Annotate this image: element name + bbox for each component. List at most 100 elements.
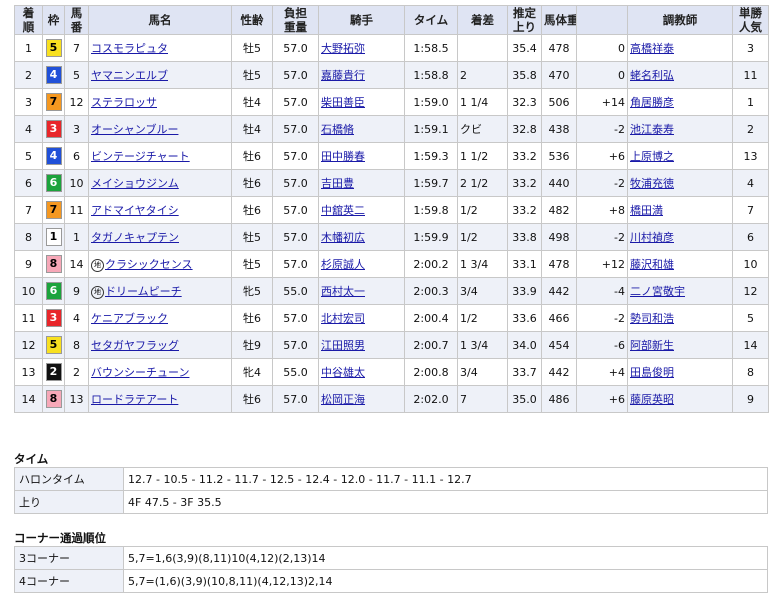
margin-cell-text: 1 3/4 — [460, 338, 489, 352]
trainer-cell-text[interactable]: 橋田満 — [630, 204, 663, 217]
jockey-cell-text[interactable]: 江田照男 — [321, 339, 365, 352]
time-cell-text: 1:59.3 — [413, 149, 449, 163]
body-diff-cell: -2 — [576, 115, 628, 143]
weight-cell: 57.0 — [272, 115, 319, 143]
body-weight-cell: 454 — [541, 331, 577, 359]
time-row-agari: 上り 4F 47.5 - 3F 35.5 — [14, 490, 768, 514]
trainer-cell-text[interactable]: 阿部新生 — [630, 339, 674, 352]
horse-number-cell-text: 10 — [69, 176, 84, 190]
horse-name-link[interactable]: ロードラテアート — [91, 393, 178, 406]
horse-name-link[interactable]: ドリームピーチ — [105, 285, 182, 298]
jockey-cell-text[interactable]: 中谷雄太 — [321, 366, 365, 379]
jockey-cell-text[interactable]: 嘉藤貴行 — [321, 69, 365, 82]
popularity-cell-text: 2 — [747, 122, 754, 136]
table-row: 9 8 14 地クラシックセンス 牡5 57.0 杉原誠人 2:00.2 1 3/4 33.1 47… — [14, 250, 769, 278]
jockey-cell-text[interactable]: 杉原誠人 — [321, 258, 365, 271]
popularity-cell-text: 11 — [743, 68, 758, 82]
weight-cell: 57.0 — [272, 88, 319, 116]
table-row: 6 6 10 メイショウジンム 牡6 57.0 吉田豊 1:59.7 2 1/2 33.2 440 -… — [14, 169, 769, 197]
horse-name-link[interactable]: クラシックセンス — [105, 258, 193, 271]
body-weight-cell-text: 438 — [548, 122, 570, 136]
horse-name-link[interactable]: タガノキャプテン — [91, 231, 179, 244]
jockey-cell-text[interactable]: 大野拓弥 — [321, 42, 365, 55]
jockey-cell-text[interactable]: 松岡正海 — [321, 393, 365, 406]
body-diff-cell-text: -2 — [614, 176, 625, 190]
rank-cell-text: 13 — [21, 365, 36, 379]
table-row: 12 5 8 セタガヤフラッグ 牡9 57.0 江田照男 2:00.7 1 3/4 34.0 454… — [14, 331, 769, 359]
rank-cell-text: 6 — [25, 176, 32, 190]
trainer-cell-text[interactable]: 上原博之 — [630, 150, 674, 163]
last3f-cell: 35.0 — [507, 385, 542, 413]
horse-name-link[interactable]: メイショウジンム — [91, 177, 179, 190]
body-diff-cell-text: -2 — [614, 122, 625, 136]
trainer-cell-text[interactable]: 池江泰寿 — [630, 123, 674, 136]
jockey-cell: 嘉藤貴行 — [318, 61, 405, 89]
time-cell: 2:00.7 — [404, 331, 458, 359]
trainer-cell-text[interactable]: 藤沢和雄 — [630, 258, 674, 271]
trainer-cell-text[interactable]: 二ノ宮敬宇 — [630, 285, 685, 298]
header-margin-text: 着差 — [471, 13, 494, 27]
jockey-cell-text[interactable]: 木幡初広 — [321, 231, 365, 244]
margin-cell: 3/4 — [457, 277, 508, 305]
weight-cell: 57.0 — [272, 61, 319, 89]
jockey-cell-text[interactable]: 西村太一 — [321, 285, 365, 298]
jockey-cell: 杉原誠人 — [318, 250, 405, 278]
trainer-cell-text[interactable]: 川村禎彦 — [630, 231, 674, 244]
jockey-cell-text[interactable]: 石橋脩 — [321, 123, 354, 136]
horse-name-link[interactable]: オーシャンブルー — [91, 123, 178, 136]
horse-name-link[interactable]: コスモラピュタ — [91, 42, 168, 55]
corner3-label: 3コーナー — [14, 546, 124, 570]
rank-cell-text: 4 — [25, 122, 32, 136]
horse-name-cell: 地クラシックセンス — [88, 250, 232, 278]
body-diff-cell-text: +6 — [608, 149, 625, 163]
body-weight-cell: 478 — [541, 250, 577, 278]
weight-cell-text: 57.0 — [283, 176, 308, 190]
trainer-cell-text[interactable]: 高橋祥泰 — [630, 42, 674, 55]
header-waku-text: 枠 — [47, 13, 60, 27]
header-num-text: 馬 — [70, 6, 83, 21]
popularity-cell-text: 14 — [743, 338, 758, 352]
trainer-cell-text[interactable]: 角居勝彦 — [630, 96, 674, 109]
margin-cell: 1/2 — [457, 304, 508, 332]
popularity-cell: 6 — [732, 223, 769, 251]
horse-number-cell: 9 — [64, 277, 89, 305]
horse-name-link[interactable]: バウンシーチューン — [91, 366, 189, 379]
horse-name-link[interactable]: ビンテージチャート — [91, 150, 190, 163]
header-popularity: 単勝 人気 — [732, 5, 769, 35]
time-cell-text: 2:00.7 — [413, 338, 449, 352]
time-cell-text: 1:59.8 — [413, 203, 449, 217]
last3f-cell: 34.0 — [507, 331, 542, 359]
jockey-cell: 松岡正海 — [318, 385, 405, 413]
horse-name-cell: ヤマニンエルブ — [88, 61, 232, 89]
header-trainer-text: 調教師 — [662, 13, 698, 27]
jockey-cell-text[interactable]: 中舘英二 — [321, 204, 365, 217]
horse-name-link[interactable]: アドマイヤタイシ — [91, 204, 179, 217]
horse-name-link[interactable]: ヤマニンエルブ — [91, 69, 168, 82]
trainer-cell-text[interactable]: 牧浦充徳 — [630, 177, 674, 190]
trainer-cell: 橋田満 — [627, 196, 733, 224]
trainer-cell-text[interactable]: 蛯名利弘 — [630, 69, 674, 82]
table-row: 8 1 1 タガノキャプテン 牡5 57.0 木幡初広 1:59.9 1/2 33.8 498 -2 川… — [14, 223, 769, 251]
sex-age-cell: 牡9 — [231, 331, 273, 359]
body-weight-cell-text: 454 — [548, 338, 570, 352]
body-weight-cell: 438 — [541, 115, 577, 143]
horse-name-cell: ステラロッサ — [88, 88, 232, 116]
body-weight-cell: 478 — [541, 34, 577, 62]
horse-name-link[interactable]: ステラロッサ — [91, 96, 157, 109]
margin-cell: 1/2 — [457, 223, 508, 251]
horse-name-link[interactable]: セタガヤフラッグ — [91, 339, 179, 352]
sex-age-cell: 牡6 — [231, 304, 273, 332]
trainer-cell-text[interactable]: 勢司和浩 — [630, 312, 674, 325]
body-diff-cell: -2 — [576, 169, 628, 197]
jockey-cell-text[interactable]: 北村宏司 — [321, 312, 365, 325]
weight-cell-text: 57.0 — [283, 68, 308, 82]
trainer-cell-text[interactable]: 田島俊明 — [630, 366, 674, 379]
time-cell-text: 2:00.2 — [413, 257, 449, 271]
jockey-cell-text[interactable]: 吉田豊 — [321, 177, 354, 190]
trainer-cell-text[interactable]: 藤原英昭 — [630, 393, 674, 406]
jockey-cell-text[interactable]: 柴田善臣 — [321, 96, 365, 109]
horse-name-link[interactable]: ケニアブラック — [91, 312, 168, 325]
header-margin: 着差 — [457, 5, 508, 35]
jockey-cell-text[interactable]: 田中勝春 — [321, 150, 365, 163]
margin-cell-text: 1 1/4 — [460, 95, 489, 109]
